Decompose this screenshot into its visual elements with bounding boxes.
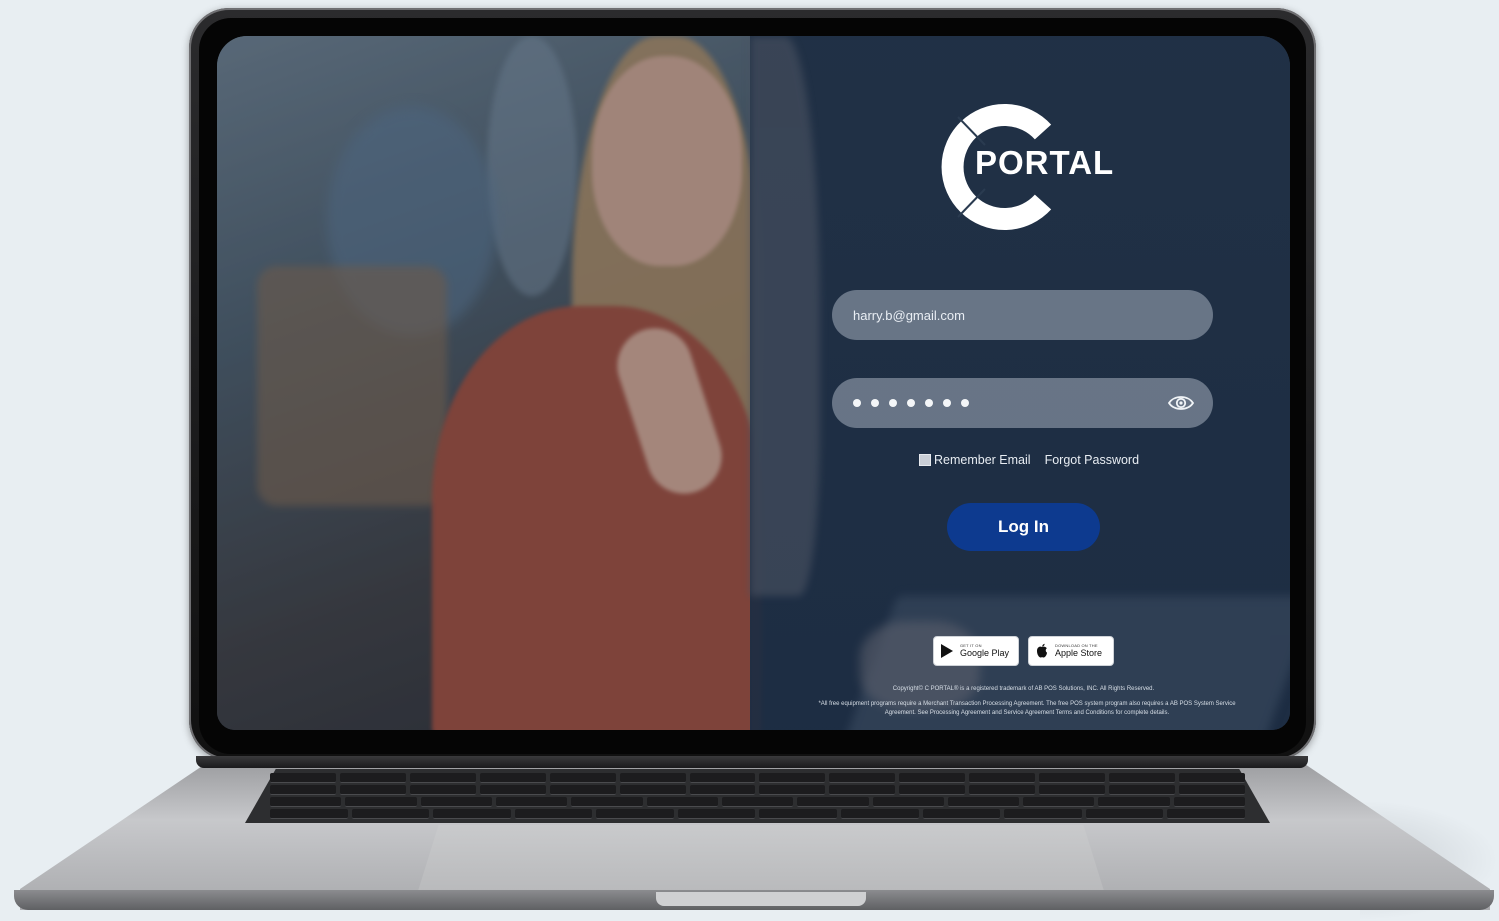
forgot-password-link[interactable]: Forgot Password <box>1045 453 1139 467</box>
disclaimer-text: *All free equipment programs require a M… <box>818 701 1236 716</box>
email-input[interactable] <box>832 290 1213 340</box>
login-screen: PORTAL Remember Email Forgot Password Lo… <box>217 36 1290 730</box>
keyboard-keys <box>270 773 1246 821</box>
logo-wordmark: PORTAL <box>975 144 1115 181</box>
password-dots[interactable] <box>853 378 969 428</box>
trackpad <box>418 825 1104 891</box>
google-play-label: Google Play <box>960 648 1010 658</box>
google-play-icon <box>941 644 953 658</box>
login-button[interactable]: Log In <box>947 503 1100 551</box>
apple-icon <box>1037 643 1047 658</box>
eye-icon[interactable] <box>1167 392 1195 414</box>
apple-store-badge[interactable]: DOWNLOAD ON THE Apple Store <box>1028 636 1114 666</box>
laptop-hinge <box>196 756 1308 768</box>
apple-store-label: Apple Store <box>1055 648 1103 658</box>
login-options: Remember Email Forgot Password <box>919 452 1139 468</box>
remember-email-checkbox[interactable] <box>919 454 931 466</box>
remember-email-label[interactable]: Remember Email <box>934 453 1031 467</box>
password-field[interactable] <box>832 378 1213 428</box>
email-field[interactable] <box>832 290 1213 340</box>
copyright-text: Copyright© C PORTAL® is a registered tra… <box>892 686 1155 692</box>
google-play-badge[interactable]: GET IT ON Google Play <box>933 636 1019 666</box>
lid-notch <box>656 892 866 906</box>
